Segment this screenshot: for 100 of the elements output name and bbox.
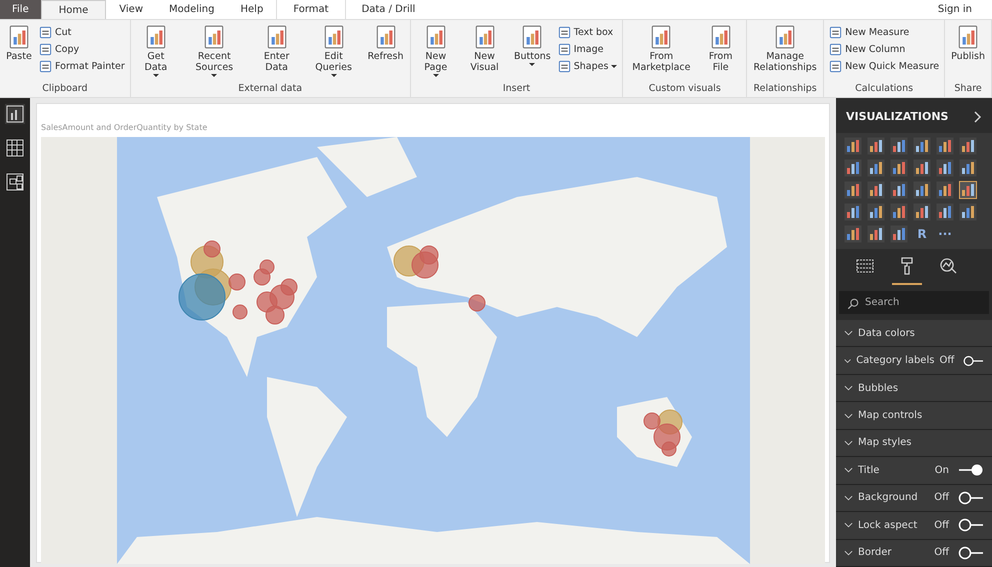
ribbon-button[interactable]: Cut: [37, 26, 127, 39]
ribbon-group-label: Clipboard: [41, 82, 89, 96]
pane-title: VISUALIZATIONS: [846, 110, 948, 123]
section-label: Border: [858, 547, 893, 558]
visual-type-icon[interactable]: [867, 137, 885, 155]
visual-type-icon[interactable]: [844, 159, 862, 177]
toggle-switch[interactable]: [958, 490, 984, 505]
visual-type-icon[interactable]: [890, 137, 908, 155]
visual-type-icon[interactable]: [890, 181, 908, 199]
chevron-down-icon: [844, 550, 853, 556]
visual-type-icon[interactable]: [867, 181, 885, 199]
ribbon-tab[interactable]: Modeling: [156, 0, 228, 19]
toggle-switch[interactable]: [963, 354, 984, 368]
visual-type-icon[interactable]: [959, 137, 977, 155]
visual-type-icon[interactable]: [867, 159, 885, 177]
ribbon-button[interactable]: Copy: [37, 43, 127, 56]
toggle-state-label: On: [934, 464, 949, 476]
search-field[interactable]: Search: [839, 291, 989, 314]
ribbon-button[interactable]: Shapes: [556, 60, 620, 73]
visual-type-icon[interactable]: [890, 203, 908, 221]
chevron-down-icon: [844, 522, 853, 528]
visual-type-icon[interactable]: [844, 137, 862, 155]
ribbon-button[interactable]: Buttons: [510, 24, 554, 81]
toggle-state-label: Off: [934, 547, 949, 558]
ribbon-button[interactable]: Format Painter: [37, 60, 127, 73]
report-view-icon[interactable]: [5, 104, 25, 124]
ribbon-button[interactable]: Paste: [3, 24, 35, 81]
visual-type-icon[interactable]: [913, 159, 931, 177]
ribbon-tab[interactable]: File: [0, 0, 41, 19]
format-section-header[interactable]: Background Off: [836, 484, 992, 512]
ribbon-group-label: Calculations: [854, 82, 914, 96]
visual-type-icon[interactable]: [936, 159, 954, 177]
format-section-header[interactable]: Map controls: [836, 402, 992, 430]
visual-type-icon[interactable]: [890, 159, 908, 177]
section-label: Bubbles: [858, 382, 900, 394]
ribbon-button[interactable]: New Measure: [827, 26, 942, 39]
visual-type-icon[interactable]: [867, 225, 885, 243]
sign-in-link[interactable]: Sign in: [938, 4, 992, 15]
section-label: Map controls: [858, 410, 924, 422]
format-section-header[interactable]: Border Off: [836, 540, 992, 567]
ribbon-button[interactable]: New Quick Measure: [827, 60, 942, 73]
visual-type-icon[interactable]: [936, 181, 954, 199]
ribbon-tab[interactable]: Help: [228, 0, 276, 19]
data-view-icon[interactable]: [5, 138, 25, 158]
ribbon-button[interactable]: Recent Sources: [180, 24, 249, 81]
chevron-down-icon: [844, 330, 853, 336]
ribbon-button[interactable]: Image: [556, 43, 620, 56]
visual-type-icon[interactable]: [844, 203, 862, 221]
ribbon-button[interactable]: From Marketplace: [626, 24, 696, 81]
ribbon-group-label: Share: [953, 82, 983, 96]
visual-type-icon[interactable]: [913, 203, 931, 221]
toggle-switch[interactable]: [958, 463, 984, 478]
ribbon-button[interactable]: Edit Queries: [304, 24, 363, 81]
chevron-down-icon: [844, 440, 853, 446]
visual-type-icon[interactable]: [959, 203, 977, 221]
format-section-header[interactable]: Category labels Off: [836, 347, 992, 375]
visual-type-icon[interactable]: [867, 203, 885, 221]
chevron-down-icon: [844, 494, 853, 501]
format-section-header[interactable]: Lock aspect Off: [836, 512, 992, 540]
visual-type-icon[interactable]: [936, 203, 954, 221]
section-label: Lock aspect: [858, 520, 918, 531]
visual-type-icon[interactable]: [844, 181, 862, 199]
chevron-down-icon: [844, 385, 853, 392]
visual-type-icon[interactable]: [890, 225, 908, 243]
visual-type-button[interactable]: ···: [936, 225, 954, 243]
ribbon-button[interactable]: Enter Data: [250, 24, 303, 81]
paint-roller-icon[interactable]: [892, 255, 922, 285]
ribbon-tab[interactable]: Format: [276, 0, 345, 19]
chevron-down-icon: [844, 467, 853, 474]
visual-type-button[interactable]: R: [913, 225, 931, 243]
visual-type-icon[interactable]: [913, 181, 931, 199]
visual-type-icon[interactable]: [936, 137, 954, 155]
ribbon-button[interactable]: Manage Relationships: [750, 24, 820, 81]
visual-type-icon[interactable]: [959, 181, 977, 199]
ribbon-tab[interactable]: Home: [40, 0, 106, 19]
visual-title: SalesAmount and OrderQuantity by State: [41, 122, 208, 134]
ribbon-group-label: Insert: [502, 82, 532, 96]
format-section-header[interactable]: Data colors: [836, 320, 992, 348]
chevron-right-icon[interactable]: [974, 110, 982, 122]
ribbon-button[interactable]: New Visual: [460, 24, 509, 81]
toggle-state-label: Off: [934, 520, 949, 531]
section-label: Title: [858, 464, 880, 476]
ribbon-button[interactable]: Publish: [948, 24, 988, 81]
format-section-header[interactable]: Bubbles: [836, 374, 992, 402]
visual-type-icon[interactable]: [959, 159, 977, 177]
ribbon-tab[interactable]: Data / Drill: [344, 0, 432, 19]
toggle-switch[interactable]: [958, 518, 984, 532]
ribbon-button[interactable]: New Column: [827, 43, 942, 56]
visual-type-icon[interactable]: [844, 225, 862, 243]
ribbon-button[interactable]: Refresh: [364, 24, 407, 81]
toggle-switch[interactable]: [958, 546, 984, 560]
ribbon-button[interactable]: From File: [698, 24, 744, 81]
relationships-view-icon[interactable]: [5, 172, 25, 192]
visual-type-icon[interactable]: [913, 137, 931, 155]
ribbon-button[interactable]: Get Data: [134, 24, 178, 81]
format-section-header[interactable]: Map styles: [836, 430, 992, 458]
ribbon-button[interactable]: Text box: [556, 26, 620, 39]
format-section-header[interactable]: Title On: [836, 457, 992, 485]
ribbon-tab[interactable]: View: [106, 0, 156, 19]
ribbon-button[interactable]: New Page: [414, 24, 458, 81]
